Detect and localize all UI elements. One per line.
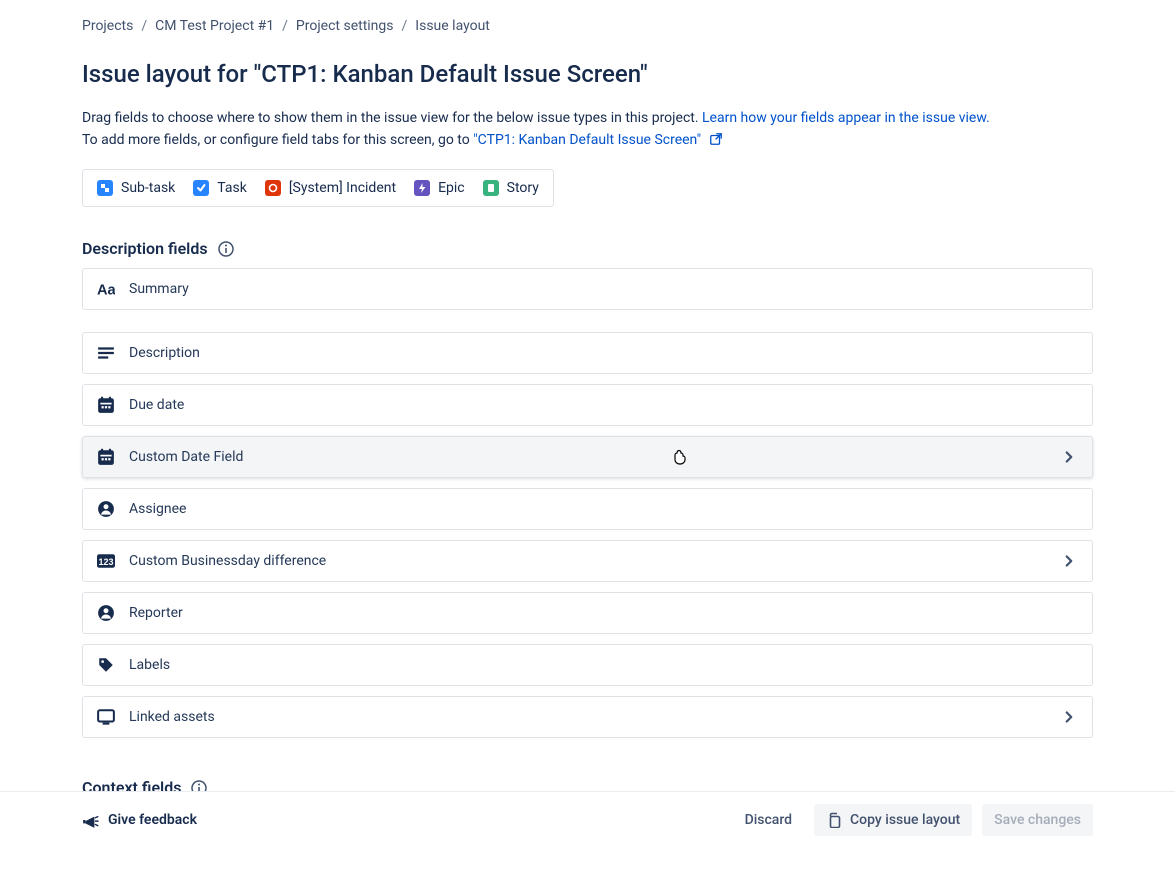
field-label: Summary [129,281,189,297]
chevron-right-icon [1060,708,1078,726]
intro-part1: Drag fields to choose where to show them… [82,110,702,126]
field-row[interactable]: Summary [82,268,1093,310]
screen-link-text: "CTP1: Kanban Default Issue Screen" [473,132,701,148]
intro-text: Drag fields to choose where to show them… [82,108,1093,151]
issue-type-label: Story [507,180,539,196]
breadcrumb-project[interactable]: CM Test Project #1 [155,18,274,34]
discard-button[interactable]: Discard [733,804,804,836]
incident-icon [265,180,281,196]
field-label: Assignee [129,501,186,517]
field-row[interactable]: Reporter [82,592,1093,634]
feedback-label: Give feedback [108,812,197,828]
person-icon [97,500,115,518]
field-label: Custom Businessday difference [129,553,326,569]
issue-type-incident: [System] Incident [265,180,396,196]
text-icon [97,280,115,298]
field-label: Description [129,345,200,361]
field-label: Reporter [129,605,183,621]
issue-type-subtask: Sub-task [97,180,175,196]
number-icon [97,552,115,570]
person-icon [97,604,115,622]
copy-icon [826,812,842,828]
breadcrumb-sep: / [282,18,288,34]
grab-cursor-icon [671,445,691,469]
breadcrumb-settings[interactable]: Project settings [296,18,394,34]
subtask-icon [97,180,113,196]
issue-type-label: Task [217,180,247,196]
field-label: Due date [129,397,184,413]
description-fields-header: Description fields [82,239,1093,258]
info-icon[interactable] [218,241,234,257]
paragraph-icon [97,344,115,362]
description-fields-list: Summary Description Due date Custom Date Fi… [82,268,1093,738]
screen-link[interactable]: "CTP1: Kanban Default Issue Screen" [473,132,722,148]
chevron-right-icon [1060,448,1078,466]
field-row[interactable]: Assignee [82,488,1093,530]
field-label: Custom Date Field [129,449,243,465]
copy-issue-layout-button[interactable]: Copy issue layout [814,804,972,836]
breadcrumb-sep: / [402,18,408,34]
footer-bar: Give feedback Discard Copy issue layout … [0,791,1175,852]
external-link-icon [709,132,723,146]
field-row[interactable]: Custom Businessday difference [82,540,1093,582]
field-row[interactable]: Linked assets [82,696,1093,738]
save-changes-button: Save changes [982,804,1093,836]
chevron-right-icon [1060,552,1078,570]
field-label: Labels [129,657,170,673]
field-label: Linked assets [129,709,215,725]
copy-label: Copy issue layout [850,812,960,828]
issue-type-label: Sub-task [121,180,175,196]
issue-type-label: [System] Incident [289,180,396,196]
page-title: Issue layout for "CTP1: Kanban Default I… [82,60,1093,88]
description-fields-title: Description fields [82,239,208,258]
megaphone-icon [82,811,100,829]
intro-part2: To add more fields, or configure field t… [82,132,473,148]
monitor-icon [97,708,115,726]
breadcrumb: Projects / CM Test Project #1 / Project … [82,12,1093,44]
issue-type-story: Story [483,180,539,196]
field-row[interactable]: Description [82,332,1093,374]
learn-link[interactable]: Learn how your fields appear in the issu… [702,110,990,126]
issue-type-epic: Epic [414,180,465,196]
breadcrumb-projects[interactable]: Projects [82,18,133,34]
epic-icon [414,180,430,196]
field-row[interactable]: Due date [82,384,1093,426]
issue-types-box: Sub-task Task [System] Incident Epic Sto… [82,169,554,207]
field-row[interactable]: Labels [82,644,1093,686]
story-icon [483,180,499,196]
breadcrumb-sep: / [141,18,147,34]
breadcrumb-issue-layout[interactable]: Issue layout [415,18,490,34]
calendar-icon [97,448,115,466]
issue-type-label: Epic [438,180,465,196]
give-feedback-button[interactable]: Give feedback [82,811,197,829]
calendar-icon [97,396,115,414]
field-row[interactable]: Custom Date Field [82,436,1093,478]
tag-icon [97,656,115,674]
task-icon [193,180,209,196]
issue-type-task: Task [193,180,247,196]
